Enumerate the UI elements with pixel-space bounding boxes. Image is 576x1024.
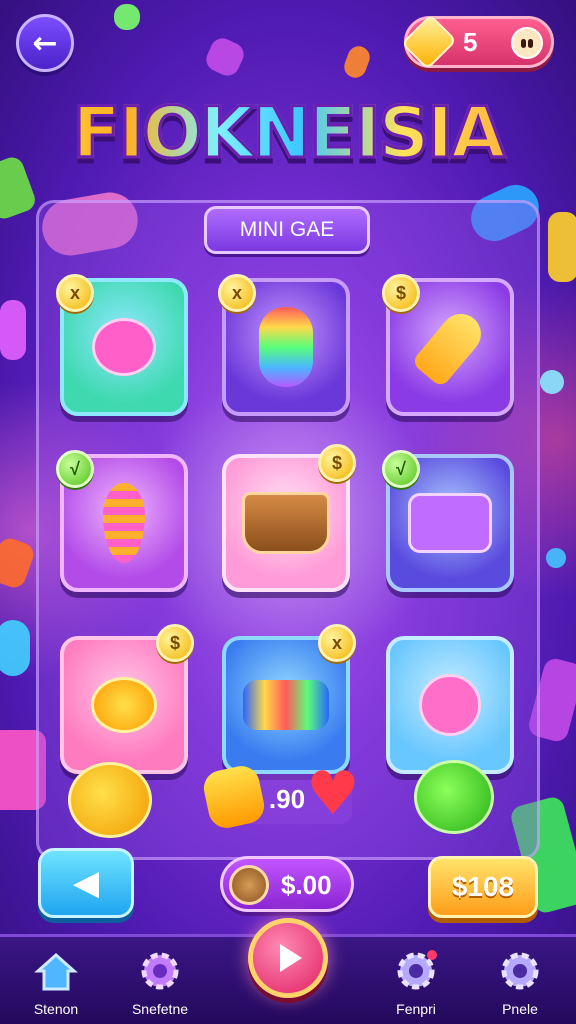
tile-badge: $ <box>156 624 194 662</box>
tile-badge: x <box>56 274 94 312</box>
nav-label: Stenon <box>33 1001 79 1017</box>
tile-badge: √ <box>382 450 420 488</box>
nav-label: Pnele <box>502 1001 538 1017</box>
dino-pot-game-art <box>242 492 330 554</box>
goldfish-game-art <box>91 677 157 733</box>
candy-drop-game-art <box>103 483 145 563</box>
back-arrow-icon: ← <box>32 25 58 61</box>
arcade-machine-game-art <box>408 493 492 553</box>
gear-icon <box>392 947 440 995</box>
nav-item-fenpri[interactable]: Fenpri <box>368 947 464 1017</box>
nav-label: Snefetne <box>131 1001 189 1017</box>
tile-badge: √ <box>56 450 94 488</box>
tile-badge: x <box>318 624 356 662</box>
nav-item-pnele[interactable]: Pnele <box>472 947 568 1017</box>
floating-candy <box>202 34 248 80</box>
nav-label: Fenpri <box>396 1001 436 1017</box>
green-bird-character <box>414 760 494 834</box>
score-value: .90 <box>268 783 306 814</box>
floating-candy <box>0 300 26 360</box>
candy-roll-game-art <box>243 680 329 730</box>
rocket-game-art <box>410 305 490 389</box>
floating-candy <box>0 620 30 676</box>
back-button[interactable]: ← <box>16 14 74 72</box>
coin-counter[interactable]: 5 <box>400 13 554 71</box>
gear-icon <box>496 947 544 995</box>
price-value: $.00 <box>281 870 332 900</box>
nav-item-snefetne[interactable]: Snefetne <box>112 947 208 1017</box>
play-icon <box>280 944 302 972</box>
nav-item-stenon[interactable]: Stenon <box>8 947 104 1017</box>
play-button[interactable] <box>248 918 328 998</box>
avatar <box>511 27 543 59</box>
section-label: MINI GAE <box>204 206 370 254</box>
floating-candy <box>548 212 576 282</box>
heart-icon: ♥ <box>306 759 360 829</box>
home-icon <box>32 947 80 995</box>
tile-badge: $ <box>382 274 420 312</box>
price-display[interactable]: $.00 <box>220 856 354 912</box>
pineapple-character <box>68 762 152 838</box>
coin-count: 5 <box>463 27 478 57</box>
gear-icon <box>136 947 184 995</box>
buy-button[interactable]: $108 <box>428 856 538 918</box>
crate-icon <box>229 865 269 905</box>
rainbow-worm-game-art <box>259 307 313 387</box>
previous-button[interactable]: ◀ <box>38 848 134 918</box>
pink-cat-game-art <box>92 318 156 376</box>
floating-candy <box>114 4 140 30</box>
triangle-left-icon: ◀ <box>72 863 100 903</box>
game-title: FIOKNEISIA <box>0 91 576 176</box>
game-tile-pink-monster-game[interactable] <box>386 636 514 774</box>
pink-monster-game-art <box>419 674 481 736</box>
gem-icon <box>400 13 458 71</box>
floating-candy <box>341 43 373 81</box>
tile-badge: x <box>218 274 256 312</box>
floating-candy <box>546 548 566 568</box>
tile-badge: $ <box>318 444 356 482</box>
